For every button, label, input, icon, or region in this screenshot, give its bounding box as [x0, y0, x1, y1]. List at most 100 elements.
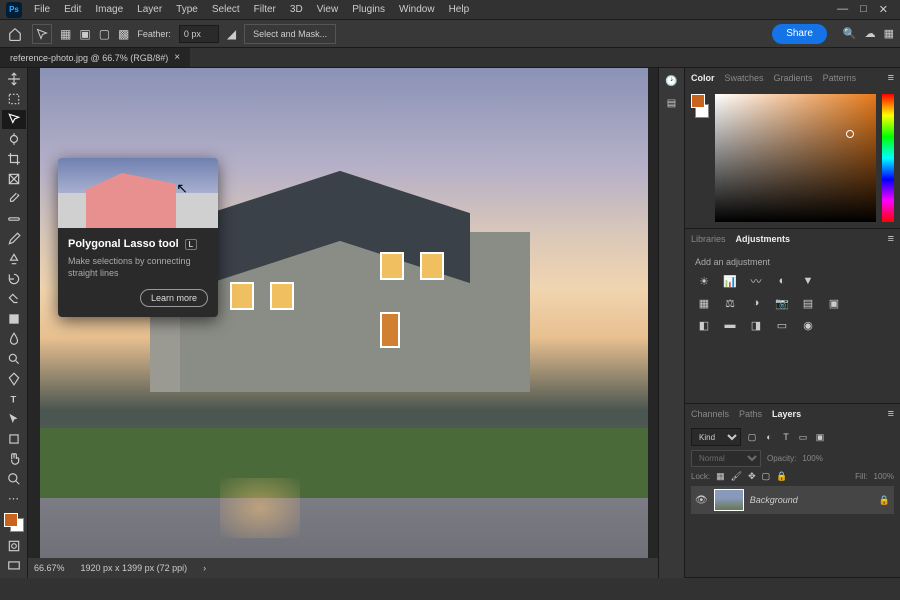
search-icon[interactable]: 🔍: [843, 27, 857, 40]
menu-edit[interactable]: Edit: [58, 2, 87, 17]
gradient-map-icon[interactable]: ▭: [773, 317, 791, 333]
move-tool[interactable]: [2, 70, 26, 89]
quick-mask-icon[interactable]: [2, 537, 26, 556]
filter-type-icon[interactable]: T: [779, 430, 793, 444]
hue-slider[interactable]: [882, 94, 894, 222]
menu-image[interactable]: Image: [89, 2, 129, 17]
layer-filter-kind[interactable]: Kind: [691, 428, 741, 446]
color-lookup-icon[interactable]: ▣: [825, 295, 843, 311]
lock-transparency-icon[interactable]: ▦: [716, 471, 725, 482]
menu-3d[interactable]: 3D: [284, 2, 309, 17]
tab-color[interactable]: Color: [691, 73, 715, 83]
opacity-value[interactable]: 100%: [802, 454, 822, 463]
menu-type[interactable]: Type: [170, 2, 204, 17]
brush-tool[interactable]: [2, 230, 26, 249]
edit-toolbar-icon[interactable]: ⋯: [2, 489, 26, 508]
tab-paths[interactable]: Paths: [739, 409, 762, 419]
history-panel-icon[interactable]: 🕑: [663, 72, 681, 90]
menu-plugins[interactable]: Plugins: [346, 2, 391, 17]
tab-channels[interactable]: Channels: [691, 409, 729, 419]
dodge-tool[interactable]: [2, 349, 26, 368]
levels-icon[interactable]: 📊: [721, 273, 739, 289]
cloud-icon[interactable]: ☁: [865, 27, 876, 40]
panel-menu-icon[interactable]: ≡: [888, 408, 894, 420]
canvas-area[interactable]: ↖ Polygonal Lasso tool L Make selections…: [28, 68, 658, 578]
menu-file[interactable]: File: [28, 2, 56, 17]
share-button[interactable]: Share: [772, 24, 827, 44]
selection-add-icon[interactable]: ▣: [79, 27, 90, 41]
menu-window[interactable]: Window: [393, 2, 441, 17]
filter-adjustment-icon[interactable]: ◐: [762, 430, 776, 444]
posterize-icon[interactable]: ▬: [721, 317, 739, 333]
color-field[interactable]: [715, 94, 876, 222]
selection-new-icon[interactable]: ▦: [60, 27, 71, 41]
crop-tool[interactable]: [2, 150, 26, 169]
properties-panel-icon[interactable]: ▤: [663, 94, 681, 112]
photo-filter-icon[interactable]: 📷: [773, 295, 791, 311]
selection-subtract-icon[interactable]: ▢: [99, 27, 110, 41]
home-icon[interactable]: [6, 25, 24, 43]
layer-row[interactable]: 👁 Background 🔒: [691, 486, 894, 514]
blend-mode-select[interactable]: Normal: [691, 450, 761, 467]
status-chevron-icon[interactable]: ›: [203, 563, 206, 573]
close-button[interactable]: ✕: [879, 3, 888, 16]
lock-position-icon[interactable]: ✥: [748, 471, 756, 482]
marquee-tool[interactable]: [2, 90, 26, 109]
tab-gradients[interactable]: Gradients: [774, 73, 813, 83]
lasso-tool[interactable]: [2, 110, 26, 129]
tab-layers[interactable]: Layers: [772, 409, 801, 419]
zoom-tool[interactable]: [2, 469, 26, 488]
healing-brush-tool[interactable]: [2, 210, 26, 229]
document-tab[interactable]: reference-photo.jpg @ 66.7% (RGB/8#) ×: [0, 48, 190, 67]
mini-swatches[interactable]: [691, 94, 709, 118]
layer-name[interactable]: Background: [750, 495, 798, 505]
foreground-color-swatch[interactable]: [4, 513, 18, 527]
eraser-tool[interactable]: [2, 289, 26, 308]
tab-libraries[interactable]: Libraries: [691, 234, 726, 244]
fill-value[interactable]: 100%: [874, 472, 894, 481]
filter-shape-icon[interactable]: ▭: [796, 430, 810, 444]
tab-patterns[interactable]: Patterns: [823, 73, 857, 83]
frame-tool[interactable]: [2, 170, 26, 189]
hue-saturation-icon[interactable]: ▦: [695, 295, 713, 311]
layer-visibility-icon[interactable]: 👁: [695, 495, 708, 506]
threshold-icon[interactable]: ◨: [747, 317, 765, 333]
learn-more-button[interactable]: Learn more: [140, 289, 208, 307]
path-selection-tool[interactable]: [2, 409, 26, 428]
channel-mixer-icon[interactable]: ▤: [799, 295, 817, 311]
zoom-level[interactable]: 66.67%: [34, 563, 65, 573]
layer-lock-icon[interactable]: 🔒: [879, 495, 890, 506]
filter-smart-icon[interactable]: ▣: [813, 430, 827, 444]
minimize-button[interactable]: —: [837, 3, 848, 16]
lock-all-icon[interactable]: 🔒: [776, 471, 787, 482]
brightness-contrast-icon[interactable]: ☀: [695, 273, 713, 289]
color-swatches[interactable]: [4, 513, 24, 532]
rectangle-tool[interactable]: [2, 429, 26, 448]
hand-tool[interactable]: [2, 449, 26, 468]
quick-selection-tool[interactable]: [2, 130, 26, 149]
feather-input[interactable]: [179, 25, 219, 43]
current-tool-icon[interactable]: [32, 24, 52, 44]
lock-artboard-icon[interactable]: ▢: [762, 471, 771, 482]
document-info[interactable]: 1920 px x 1399 px (72 ppi): [81, 563, 188, 573]
curves-icon[interactable]: 〰: [747, 273, 765, 289]
tab-adjustments[interactable]: Adjustments: [736, 234, 791, 244]
clone-stamp-tool[interactable]: [2, 250, 26, 269]
lock-pixels-icon[interactable]: 🖌: [731, 471, 742, 482]
selection-intersect-icon[interactable]: ▩: [118, 27, 129, 41]
menu-filter[interactable]: Filter: [248, 2, 282, 17]
type-tool[interactable]: T: [2, 389, 26, 408]
workspace-icon[interactable]: ▦: [884, 27, 894, 40]
tab-swatches[interactable]: Swatches: [725, 73, 764, 83]
eyedropper-tool[interactable]: [2, 190, 26, 209]
layer-thumbnail[interactable]: [714, 489, 744, 511]
vibrance-icon[interactable]: ▼: [799, 273, 817, 289]
menu-view[interactable]: View: [311, 2, 345, 17]
color-balance-icon[interactable]: ⚖: [721, 295, 739, 311]
invert-icon[interactable]: ◧: [695, 317, 713, 333]
black-white-icon[interactable]: ◑: [747, 295, 765, 311]
exposure-icon[interactable]: ◐: [773, 273, 791, 289]
panel-menu-icon[interactable]: ≡: [888, 72, 894, 84]
selective-color-icon[interactable]: ◉: [799, 317, 817, 333]
gradient-tool[interactable]: [2, 309, 26, 328]
